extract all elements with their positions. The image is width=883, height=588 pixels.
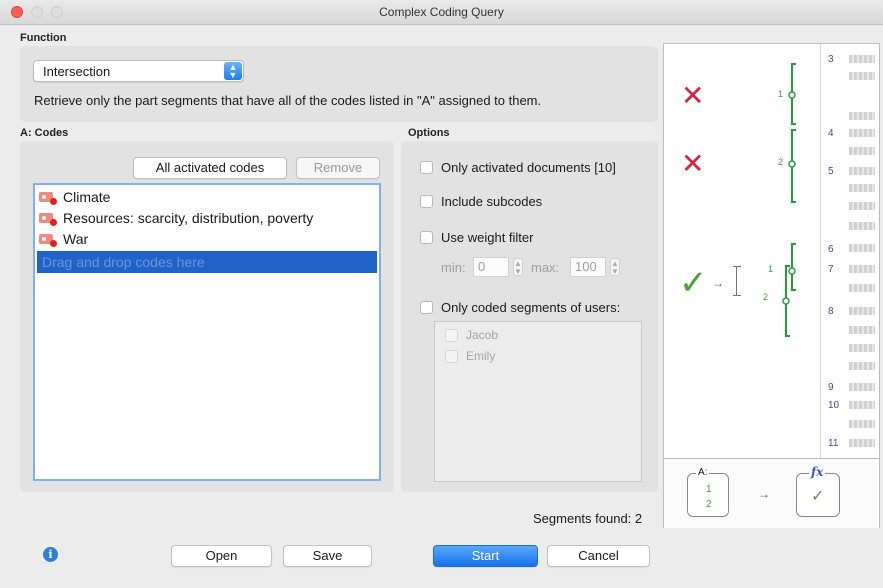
blurred-text [849, 307, 875, 315]
blurred-text [849, 326, 875, 334]
range-icon [733, 266, 741, 296]
code-label: Climate [63, 188, 111, 205]
function-select-value: Intersection [43, 64, 111, 79]
start-button[interactable]: Start [433, 545, 538, 567]
arrow-icon: → [712, 276, 724, 290]
user-name: Jacob [466, 328, 499, 342]
blurred-text [849, 167, 875, 175]
code-tag-icon [39, 191, 57, 205]
use-weight-filter-label: Use weight filter [441, 230, 534, 245]
codes-section-label: A: Codes [20, 127, 69, 139]
code-item[interactable]: Climate [39, 188, 110, 205]
only-activated-documents-checkbox[interactable] [420, 161, 433, 174]
blurred-text [849, 344, 875, 352]
remove-button[interactable]: Remove [296, 157, 380, 179]
bracket-label: 1 [768, 264, 774, 274]
title-bar: Complex Coding Query [0, 0, 883, 25]
blurred-text [849, 420, 875, 428]
all-activated-codes-button[interactable]: All activated codes [133, 157, 287, 179]
max-label: max: [531, 260, 560, 275]
min-input[interactable]: 0 [473, 257, 509, 277]
user-checkbox [445, 349, 458, 363]
blurred-text [849, 265, 875, 273]
info-icon[interactable]: i [43, 547, 58, 562]
arrow-icon: → [758, 487, 770, 501]
code-tag-icon [39, 212, 57, 226]
use-weight-filter-option[interactable]: Use weight filter [420, 230, 533, 245]
only-coded-segments-option[interactable]: Only coded segments of users: [420, 300, 620, 315]
blurred-text [849, 72, 875, 80]
open-button[interactable]: Open [171, 545, 272, 567]
line-number: 11 [828, 438, 839, 449]
only-activated-documents-option[interactable]: Only activated documents [10] [420, 160, 616, 175]
blurred-text [849, 383, 875, 391]
function-section-label: Function [20, 32, 67, 44]
only-coded-segments-label: Only coded segments of users: [441, 300, 621, 315]
user-item: Emily [445, 349, 495, 363]
blurred-text [849, 401, 875, 409]
blurred-text [849, 147, 875, 155]
options-section-label: Options [408, 127, 450, 139]
min-label: min: [441, 260, 466, 275]
save-button[interactable]: Save [283, 545, 372, 567]
code-label: Resources: scarcity, distribution, pover… [63, 209, 314, 226]
legend-a-label: A: [696, 467, 710, 478]
drop-zone-row[interactable]: Drag and drop codes here [37, 251, 377, 273]
select-stepper-icon: ▲ ▼ [224, 62, 242, 80]
legend-a-value: 2 [706, 499, 712, 510]
function-select[interactable]: Intersection ▲ ▼ [33, 60, 244, 82]
legend-fx-label: fx [809, 465, 826, 479]
blurred-text [849, 112, 875, 120]
include-subcodes-option[interactable]: Include subcodes [420, 194, 542, 209]
blurred-text [849, 202, 875, 210]
blurred-text [849, 362, 875, 370]
bracket-label: 1 [778, 89, 784, 99]
function-description: Retrieve only the part segments that hav… [34, 93, 542, 108]
window-title: Complex Coding Query [379, 5, 504, 19]
checkmark-icon: ✓ [811, 488, 825, 505]
code-brackets [782, 63, 796, 337]
only-coded-segments-checkbox[interactable] [420, 301, 433, 314]
code-tag-icon [39, 233, 57, 247]
only-activated-documents-label: Only activated documents [10] [441, 160, 616, 175]
code-item[interactable]: Resources: scarcity, distribution, pover… [39, 209, 313, 226]
use-weight-filter-checkbox[interactable] [420, 231, 433, 244]
function-illustration: 3 4 5 6 7 8 9 10 11 ✕ ✕ ✓ → 1 2 1 2 A: 1… [663, 43, 880, 528]
line-number: 9 [828, 382, 834, 393]
cancel-button[interactable]: Cancel [547, 545, 650, 567]
bracket-label: 2 [778, 157, 784, 167]
user-checkbox [445, 328, 458, 342]
line-number: 10 [828, 400, 840, 411]
codes-list[interactable]: Climate Resources: scarcity, distributio… [33, 183, 381, 481]
code-item[interactable]: War [39, 230, 88, 247]
bracket-label: 2 [763, 292, 769, 302]
user-name: Emily [466, 349, 496, 363]
blurred-text [849, 284, 875, 292]
segments-found-label: Segments found: 2 [533, 511, 643, 526]
blurred-text [849, 244, 875, 252]
max-input[interactable]: 100 [570, 257, 606, 277]
cross-icon: ✕ [681, 80, 705, 111]
legend-a-value: 1 [706, 484, 712, 495]
include-subcodes-checkbox[interactable] [420, 195, 433, 208]
blurred-text [849, 184, 875, 192]
blurred-text [849, 129, 875, 137]
blurred-text [849, 439, 875, 447]
users-list: Jacob Emily [434, 321, 642, 482]
include-subcodes-label: Include subcodes [441, 194, 543, 209]
legend-fx-box: fx ✓ [796, 465, 840, 517]
function-panel [20, 46, 658, 122]
checkmark-icon: ✓ [679, 264, 708, 302]
legend-codes-box: A: 1 2 [687, 467, 729, 517]
max-stepper[interactable]: ▲ ▼ [610, 258, 620, 276]
min-stepper[interactable]: ▲ ▼ [513, 258, 523, 276]
blurred-text [849, 55, 875, 63]
function-legend: A: 1 2 → fx ✓ [664, 458, 879, 528]
user-item: Jacob [445, 328, 498, 342]
blurred-text [849, 222, 875, 230]
cross-icon: ✕ [681, 148, 705, 179]
code-label: War [63, 230, 89, 247]
